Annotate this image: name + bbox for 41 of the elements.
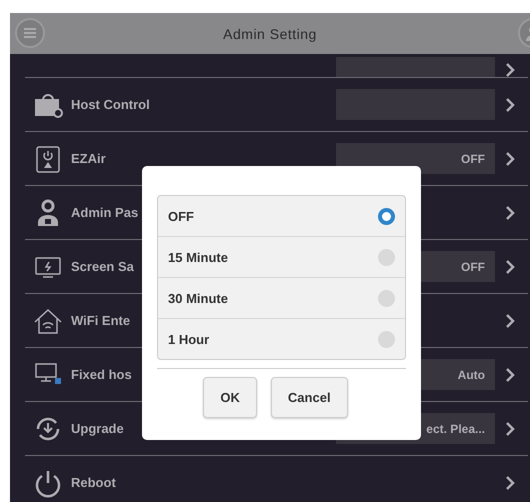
row-value: ect. Plea... (426, 422, 485, 436)
option-label: 1 Hour (168, 332, 210, 346)
row-label: EZAir (71, 151, 106, 166)
menu-icon (23, 27, 37, 39)
radio-button[interactable] (378, 290, 395, 306)
menu-button[interactable] (15, 18, 45, 48)
chevron-icon (505, 206, 515, 220)
value-box[interactable] (336, 57, 495, 77)
header-title: Admin Setting (223, 26, 317, 42)
chevron-icon (505, 422, 515, 436)
chevron-icon (505, 63, 515, 77)
row-label: Reboot (71, 475, 116, 490)
option-item[interactable]: OFF (158, 196, 405, 236)
radio-button[interactable] (378, 208, 395, 224)
row-label: Upgrade (71, 421, 124, 436)
ok-button[interactable]: OK (203, 377, 257, 418)
settings-row[interactable]: Host Control (25, 78, 528, 132)
option-item[interactable]: 15 Minute (158, 236, 405, 277)
row-label: Admin Pas (71, 205, 138, 220)
chevron-icon (505, 368, 515, 382)
row-label: Fixed hos (71, 367, 132, 382)
row-label: Host Control (71, 97, 150, 112)
settings-row[interactable]: Reboot (25, 456, 528, 502)
option-label: OFF (168, 208, 194, 224)
row-value: Auto (458, 368, 485, 382)
row-label: WiFi Ente (71, 313, 130, 328)
option-label: 15 Minute (168, 250, 228, 264)
radio-button[interactable] (378, 248, 395, 266)
chevron-icon (505, 260, 515, 274)
chevron-icon (505, 314, 515, 328)
row-label: Screen Sa (71, 259, 134, 274)
radio-button[interactable] (378, 330, 395, 348)
chevron-icon (505, 476, 515, 490)
chevron-icon (505, 152, 515, 166)
cancel-button[interactable]: Cancel (270, 377, 348, 418)
row-value: OFF (461, 260, 485, 274)
chevron-icon (505, 98, 515, 112)
option-item[interactable]: 1 Hour (158, 318, 405, 359)
option-item[interactable]: 30 Minute (158, 277, 405, 318)
row-value: OFF (461, 152, 485, 166)
option-label: 30 Minute (168, 290, 228, 306)
